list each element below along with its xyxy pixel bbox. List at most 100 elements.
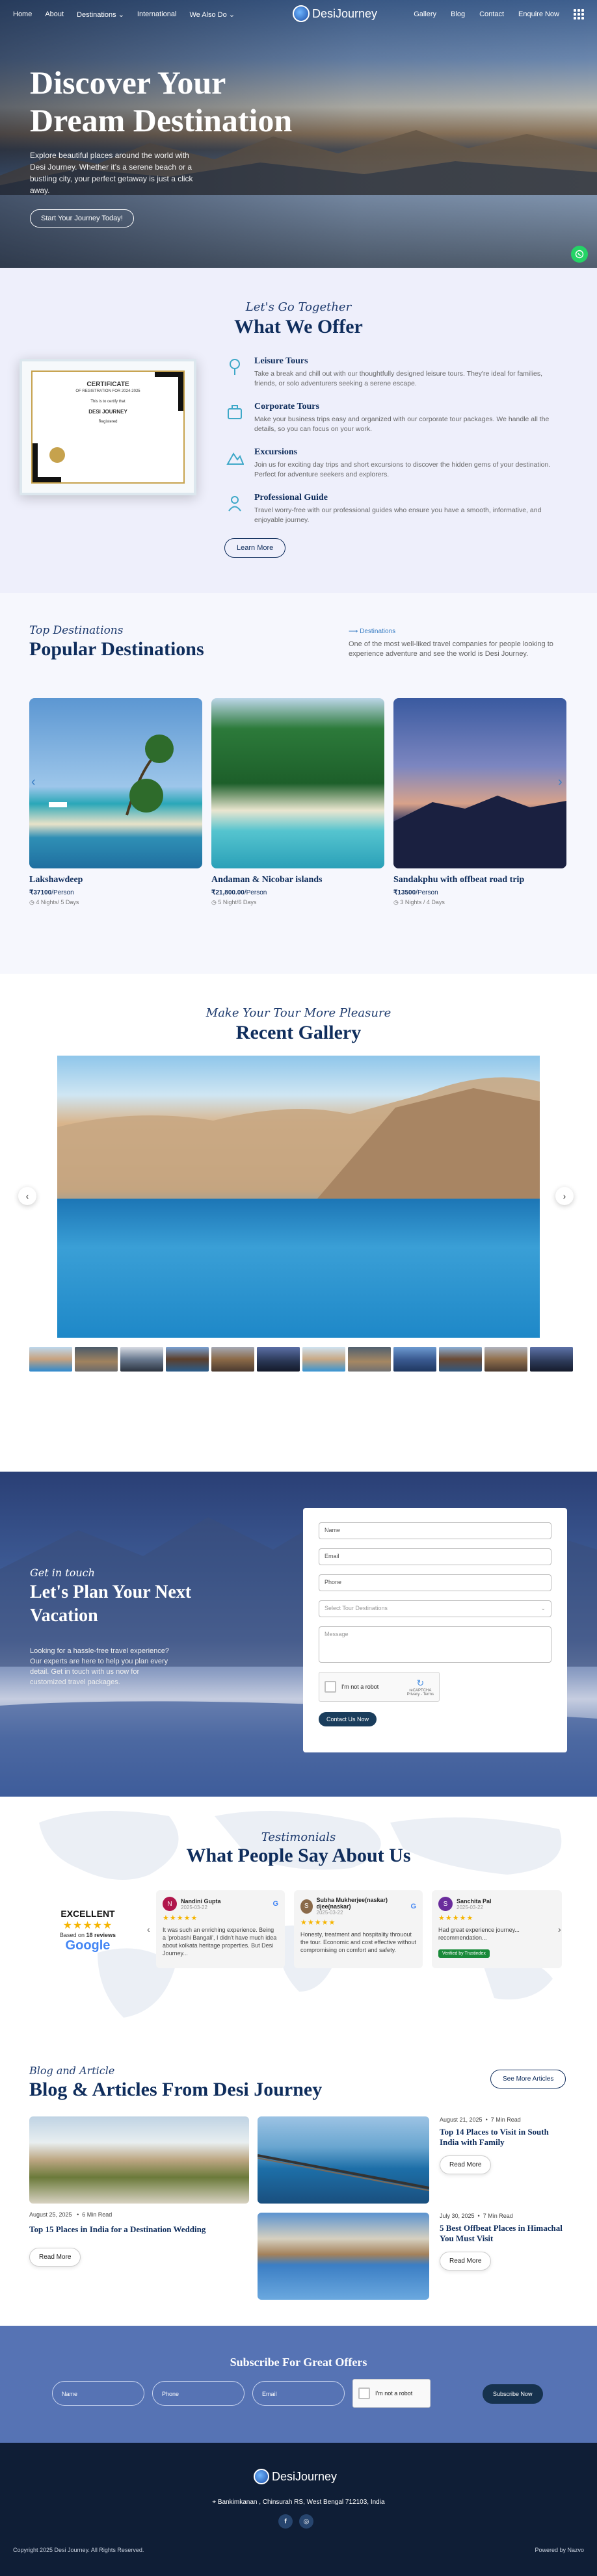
nav-gallery[interactable]: Gallery bbox=[414, 10, 436, 18]
phone-input[interactable]: Phone bbox=[319, 1574, 551, 1591]
blog-side-image[interactable] bbox=[258, 2116, 429, 2204]
gallery-thumbnail[interactable] bbox=[348, 1347, 391, 1372]
location-icon: ⌖ bbox=[212, 2499, 218, 2506]
reviews-next-icon[interactable]: › bbox=[558, 1924, 561, 1934]
hero-title: Discover Your Dream Destination bbox=[30, 64, 293, 138]
subscribe-email-input[interactable]: Email bbox=[252, 2381, 345, 2406]
nav-we-also-do[interactable]: We Also Do ⌄ bbox=[189, 10, 235, 19]
copyright: Copyright 2025 Desi Journey. All Rights … bbox=[13, 2547, 144, 2553]
blog-main-meta: August 25, 2025 • 6 Min Read bbox=[29, 2211, 113, 2218]
avatar: S bbox=[438, 1897, 453, 1911]
review-card: S Sanchita Pal 2025-03-22 ★★★★★ Had great … bbox=[432, 1890, 562, 1968]
destination-image bbox=[211, 698, 384, 868]
hero-section: Home About Destinations ⌄ International … bbox=[0, 0, 597, 268]
gallery-thumbnail[interactable] bbox=[29, 1347, 72, 1372]
read-more-button[interactable]: Read More bbox=[29, 2248, 81, 2267]
clock-icon: ◷ bbox=[29, 899, 36, 905]
gallery-next-icon[interactable]: › bbox=[555, 1187, 574, 1205]
gallery-thumbnail[interactable] bbox=[393, 1347, 436, 1372]
nav-blog[interactable]: Blog bbox=[451, 10, 465, 18]
destination-image bbox=[29, 698, 202, 868]
gallery-thumbnail[interactable] bbox=[166, 1347, 209, 1372]
globe-icon bbox=[254, 2469, 269, 2484]
blog-side-title[interactable]: 5 Best Offbeat Places in Himachal You Mu… bbox=[440, 2223, 570, 2244]
destination-card[interactable]: Lakshawdeep ₹37100/Person ◷ 4 Nights/ 5 … bbox=[29, 698, 202, 906]
contact-submit-button[interactable]: Contact Us Now bbox=[319, 1712, 377, 1726]
carousel-next-icon[interactable]: › bbox=[558, 775, 563, 790]
blog-main-image[interactable] bbox=[29, 2116, 249, 2204]
avatar: S bbox=[300, 1899, 313, 1914]
hero-cta-button[interactable]: Start Your Journey Today! bbox=[30, 209, 134, 228]
destination-card[interactable]: Andaman & Nicobar islands ₹21,800.00/Per… bbox=[211, 698, 384, 906]
top-nav: Home About Destinations ⌄ International … bbox=[0, 0, 597, 29]
destination-select[interactable]: Select Tour Destinations ⌄ bbox=[319, 1600, 551, 1617]
contact-text: Looking for a hassle-free travel experie… bbox=[30, 1647, 170, 1686]
recaptcha-icon: ↻ bbox=[416, 1677, 425, 1688]
gallery-title: Recent Gallery bbox=[235, 1022, 362, 1043]
nav-contact[interactable]: Contact bbox=[479, 10, 504, 18]
hero-text: Explore beautiful places around the worl… bbox=[30, 151, 193, 195]
gallery-thumbnail[interactable] bbox=[302, 1347, 345, 1372]
captcha-checkbox[interactable] bbox=[325, 1681, 336, 1693]
carousel-prev-icon[interactable]: ‹ bbox=[31, 775, 36, 790]
message-textarea[interactable]: Message bbox=[319, 1626, 551, 1663]
certificate-frame: CERTIFICATE OF REGISTRATION FOR 2024-202… bbox=[20, 359, 196, 495]
offer-list: Leisure Tours Take a break and chill out … bbox=[224, 356, 563, 558]
certificate-name: DESI JOURNEY bbox=[88, 409, 127, 415]
gallery-main-image bbox=[57, 1056, 540, 1338]
test-title: What People Say About Us bbox=[186, 1845, 411, 1866]
nav-international[interactable]: International bbox=[137, 10, 177, 19]
footer-logo[interactable]: DesiJourney bbox=[254, 2469, 337, 2484]
subscribe-phone-input[interactable]: Phone bbox=[152, 2381, 245, 2406]
offer-item: Leisure Tours Take a break and chill out … bbox=[224, 356, 563, 389]
subscribe-button[interactable]: Subscribe Now bbox=[483, 2384, 543, 2404]
gallery-thumbnail[interactable] bbox=[257, 1347, 300, 1372]
offer-item: Professional Guide Travel worry-free with… bbox=[224, 493, 563, 525]
captcha-checkbox[interactable] bbox=[358, 2387, 370, 2399]
learn-more-button[interactable]: Learn More bbox=[224, 538, 286, 558]
read-more-button[interactable]: Read More bbox=[440, 2155, 492, 2174]
gallery-thumbnail[interactable] bbox=[75, 1347, 118, 1372]
blog-main-title[interactable]: Top 15 Places in India for a Destination… bbox=[29, 2224, 249, 2235]
see-more-articles-button[interactable]: See More Articles bbox=[490, 2070, 566, 2088]
gallery-thumbnail[interactable] bbox=[530, 1347, 573, 1372]
social-links: f ◎ bbox=[278, 2514, 313, 2529]
gallery-script: Make Your Tour More Pleasure bbox=[206, 1006, 391, 1020]
nav-enquire[interactable]: Enquire Now bbox=[518, 10, 559, 18]
clock-icon: ◷ bbox=[211, 899, 219, 905]
name-input[interactable]: Name bbox=[319, 1522, 551, 1539]
arrow-right-icon: ⟶ bbox=[349, 628, 360, 635]
dest-tag: ⟶ Destinations bbox=[349, 628, 396, 635]
excursion-icon bbox=[224, 447, 245, 468]
blog-side-title[interactable]: Top 14 Places to Visit in South India wi… bbox=[440, 2127, 570, 2148]
email-input[interactable]: Email bbox=[319, 1548, 551, 1565]
rating-stars: ★★★★★ bbox=[438, 1914, 474, 1922]
facebook-icon[interactable]: f bbox=[278, 2514, 293, 2529]
gallery-thumbnail[interactable] bbox=[120, 1347, 163, 1372]
gallery-thumbnail[interactable] bbox=[484, 1347, 527, 1372]
google-logo: Google bbox=[65, 1938, 111, 1953]
whatsapp-icon[interactable] bbox=[571, 246, 588, 263]
instagram-icon[interactable]: ◎ bbox=[299, 2514, 313, 2529]
brand-logo[interactable]: DesiJourney bbox=[293, 5, 377, 22]
seal-icon bbox=[49, 447, 65, 463]
contact-title: Let's Plan Your Next Vacation bbox=[30, 1582, 192, 1626]
gallery-thumbnail[interactable] bbox=[439, 1347, 482, 1372]
gallery-thumbnail[interactable] bbox=[211, 1347, 254, 1372]
dest-desc: One of the most well-liked travel compan… bbox=[349, 640, 553, 658]
menu-grid-icon[interactable] bbox=[574, 9, 584, 20]
nav-home[interactable]: Home bbox=[13, 10, 32, 19]
gallery-prev-icon[interactable]: ‹ bbox=[18, 1187, 36, 1205]
subscribe-title: Subscribe For Great Offers bbox=[230, 2356, 367, 2369]
offer-item: Excursions Join us for exciting day trips… bbox=[224, 447, 563, 480]
subscribe-name-input[interactable]: Name bbox=[52, 2381, 144, 2406]
blog-side-image[interactable] bbox=[258, 2213, 429, 2300]
corporate-icon bbox=[224, 402, 245, 423]
blog-title: Blog & Articles From Desi Journey bbox=[29, 2079, 323, 2100]
nav-destinations[interactable]: Destinations ⌄ bbox=[77, 10, 124, 19]
read-more-button[interactable]: Read More bbox=[440, 2252, 492, 2270]
verified-badge: Verified by Trustindex bbox=[438, 1949, 490, 1958]
nav-about[interactable]: About bbox=[45, 10, 64, 19]
destination-card[interactable]: Sandakphu with offbeat road trip ₹13500/… bbox=[393, 698, 566, 906]
reviews-prev-icon[interactable]: ‹ bbox=[147, 1924, 150, 1934]
